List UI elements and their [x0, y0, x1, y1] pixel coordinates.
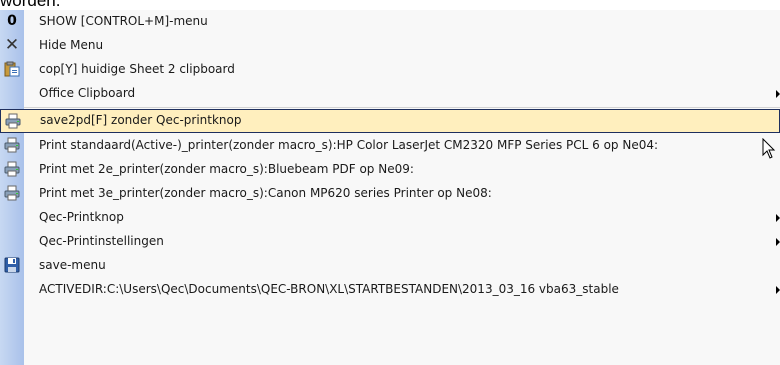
- menu-item-hide-menu[interactable]: ✕ Hide Menu: [0, 34, 780, 58]
- menu-item-label: Print met 2e_printer(zonder macro_s):Blu…: [39, 162, 414, 176]
- menu-item-label: Office Clipboard: [39, 86, 136, 100]
- zero-icon: 0: [7, 13, 17, 29]
- menu-item-label: SHOW [CONTROL+M]-menu: [39, 14, 208, 28]
- menu-item-label: Qec-Printknop: [39, 210, 124, 224]
- menu-item-print-third-printer[interactable]: Print met 3e_printer(zonder macro_s):Can…: [0, 182, 780, 206]
- printer-icon: [4, 185, 20, 201]
- floppy-disk-icon: [4, 257, 20, 273]
- menu-item-label: Hide Menu: [39, 38, 104, 52]
- submenu-arrow-icon: [776, 238, 780, 246]
- submenu-arrow-icon: [776, 90, 780, 98]
- clipboard-copy-icon: [4, 61, 20, 77]
- printer-icon: [5, 113, 21, 129]
- menu-item-label: Print standaard(Active-)_printer(zonder …: [39, 138, 659, 152]
- submenu-arrow-icon: [776, 286, 780, 294]
- mouse-cursor-icon: [762, 137, 776, 164]
- x-icon: ✕: [4, 35, 20, 55]
- printer-icon: [4, 161, 20, 177]
- menu-item-label: save2pd[F] zonder Qec-printknop: [40, 113, 242, 127]
- menu-item-qec-printknop[interactable]: Qec-Printknop: [0, 206, 780, 230]
- menu-item-label: ACTIVEDIR:C:\Users\Qec\Documents\QEC-BRO…: [39, 282, 619, 296]
- context-menu: 0 SHOW [CONTROL+M]-menu ✕ Hide Menu cop[…: [0, 10, 780, 365]
- printer-icon: [4, 137, 20, 153]
- submenu-arrow-icon: [776, 214, 780, 222]
- menu-item-activedir[interactable]: ACTIVEDIR:C:\Users\Qec\Documents\QEC-BRO…: [0, 278, 780, 302]
- menu-item-save-to-pdf[interactable]: save2pd[F] zonder Qec-printknop: [0, 109, 780, 133]
- menu-item-show-menu[interactable]: 0 SHOW [CONTROL+M]-menu: [0, 10, 780, 34]
- menu-item-copy-sheet-clipboard[interactable]: cop[Y] huidige Sheet 2 clipboard: [0, 58, 780, 82]
- menu-item-label: Print met 3e_printer(zonder macro_s):Can…: [39, 186, 492, 200]
- menu-item-label: cop[Y] huidige Sheet 2 clipboard: [39, 62, 235, 76]
- menu-item-save-menu[interactable]: save-menu: [0, 254, 780, 278]
- background-document-text: worden.: [0, 0, 61, 10]
- menu-separator: [24, 107, 780, 108]
- menu-item-print-second-printer[interactable]: Print met 2e_printer(zonder macro_s):Blu…: [0, 158, 780, 182]
- menu-item-qec-printinstellingen[interactable]: Qec-Printinstellingen: [0, 230, 780, 254]
- menu-item-office-clipboard[interactable]: Office Clipboard: [0, 82, 780, 106]
- menu-item-label: Qec-Printinstellingen: [39, 234, 164, 248]
- menu-item-label: save-menu: [39, 258, 106, 272]
- menu-item-print-default-printer[interactable]: Print standaard(Active-)_printer(zonder …: [0, 134, 780, 158]
